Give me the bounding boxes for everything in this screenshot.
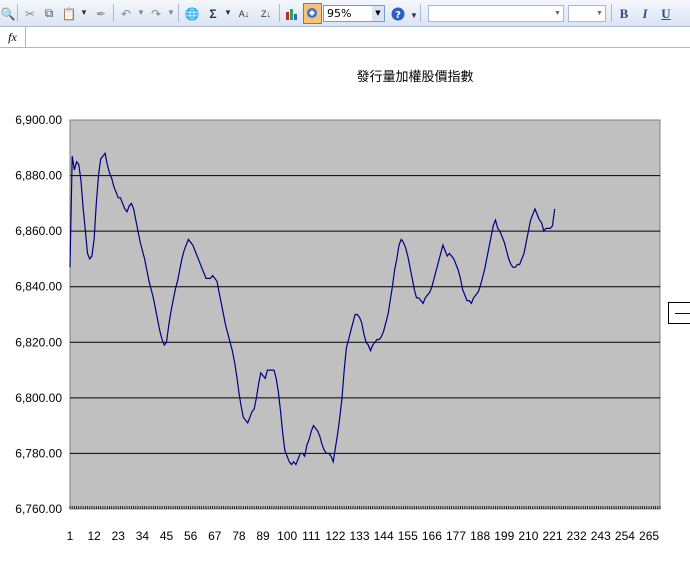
y-tick-label: 6,840.00 xyxy=(15,280,62,294)
x-tick-label: 133 xyxy=(350,529,370,543)
y-tick-label: 6,820.00 xyxy=(15,335,62,349)
toolbar-separator xyxy=(420,4,421,22)
x-tick-label: 111 xyxy=(302,529,321,543)
x-tick-label: 34 xyxy=(136,529,150,543)
x-tick-label: 232 xyxy=(567,529,587,543)
font-name-chevron-down-icon[interactable]: ▼ xyxy=(552,6,563,21)
bold-button[interactable]: B xyxy=(615,5,633,22)
help-icon[interactable]: ? xyxy=(389,3,406,24)
y-tick-label: 6,880.00 xyxy=(15,169,62,183)
autosum-icon[interactable]: Σ xyxy=(205,3,221,24)
x-tick-label: 177 xyxy=(446,529,466,543)
y-tick-label: 6,760.00 xyxy=(15,502,62,516)
print-preview-icon[interactable]: 🔍 xyxy=(0,3,16,24)
underline-button[interactable]: U xyxy=(657,5,675,22)
x-tick-label: 254 xyxy=(615,529,635,543)
x-tick-label: 155 xyxy=(398,529,418,543)
x-tick-label: 67 xyxy=(208,529,222,543)
x-tick-label: 166 xyxy=(422,529,442,543)
x-tick-label: 89 xyxy=(256,529,270,543)
font-name-select[interactable]: ▼ xyxy=(428,5,564,22)
toolbar-separator xyxy=(17,4,18,22)
x-tick-label: 221 xyxy=(543,529,563,543)
y-tick-label: 6,780.00 xyxy=(15,446,62,460)
redo-icon[interactable]: ↷ xyxy=(147,3,165,24)
toolbar-separator xyxy=(611,4,612,22)
sort-descending-icon[interactable]: Z↓ xyxy=(256,3,276,24)
x-tick-label: 199 xyxy=(494,529,514,543)
undo-chevron-down-icon[interactable]: ▼ xyxy=(137,8,145,17)
x-tick-label: 100 xyxy=(277,529,297,543)
insert-function-button[interactable]: fx xyxy=(0,27,26,47)
redo-chevron-down-icon[interactable]: ▼ xyxy=(167,8,175,17)
formula-bar: fx xyxy=(0,27,690,48)
paste-icon[interactable]: 📋 xyxy=(60,3,78,24)
x-tick-label: 56 xyxy=(184,529,198,543)
autosum-chevron-down-icon[interactable]: ▼ xyxy=(224,8,232,17)
x-tick-label: 78 xyxy=(232,529,246,543)
x-tick-label: 122 xyxy=(325,529,345,543)
toolbar-separator xyxy=(279,4,280,22)
zoom-chevron-down-icon[interactable]: ▼ xyxy=(372,6,384,21)
font-size-select[interactable]: ▼ xyxy=(568,5,606,22)
zoom-value: 95% xyxy=(327,7,352,20)
legend-series-line xyxy=(675,313,690,314)
zoom-select[interactable]: 95% ▼ xyxy=(323,5,385,22)
plot-area[interactable] xyxy=(69,119,661,510)
cut-icon[interactable]: ✂ xyxy=(21,3,39,24)
y-tick-label: 6,800.00 xyxy=(15,391,62,405)
standard-toolbar: 🔍 ✂ ⧉ 📋 ▼ ✒ ↶ ▼ ↷ ▼ 🌐 Σ ▼ A↓ Z↓ 95% ▼ ? … xyxy=(0,0,690,27)
sort-ascending-icon[interactable]: A↓ xyxy=(234,3,254,24)
font-size-chevron-down-icon[interactable]: ▼ xyxy=(594,6,605,21)
x-tick-label: 45 xyxy=(160,529,174,543)
toolbar-separator xyxy=(113,4,114,22)
x-tick-label: 265 xyxy=(639,529,659,543)
paste-options-chevron-down-icon[interactable]: ▼ xyxy=(80,8,88,17)
hyperlink-icon[interactable]: 🌐 xyxy=(182,3,202,24)
x-tick-label: 144 xyxy=(374,529,394,543)
chart-wizard-icon[interactable] xyxy=(283,3,301,24)
undo-icon[interactable]: ↶ xyxy=(117,3,135,24)
toolbar-options-chevron-down-icon[interactable]: ▼ xyxy=(410,11,418,20)
svg-text:?: ? xyxy=(395,10,401,21)
x-tick-label: 12 xyxy=(87,529,101,543)
x-tick-label: 188 xyxy=(470,529,490,543)
legend[interactable] xyxy=(668,302,690,324)
x-tick-label: 210 xyxy=(518,529,538,543)
x-tick-label: 243 xyxy=(591,529,611,543)
copy-icon[interactable]: ⧉ xyxy=(40,3,58,24)
x-tick-label: 1 xyxy=(67,529,74,543)
x-tick-label: 23 xyxy=(112,529,126,543)
format-painter-icon[interactable]: ✒ xyxy=(92,3,110,24)
x-axis: 1 12 23 34 45 56 67 78 89 100 111 122 133 144 155 166 17… xyxy=(67,506,661,543)
line-chart[interactable]: 6,760.00 6,780.00 6,800.00 6,820.00 6,840.00… xyxy=(0,48,690,562)
toolbar-separator xyxy=(178,4,179,22)
y-axis: 6,760.00 6,780.00 6,800.00 6,820.00 6,840.00… xyxy=(15,113,62,516)
y-tick-label: 6,900.00 xyxy=(15,113,62,127)
drawing-icon[interactable] xyxy=(303,3,322,24)
italic-button[interactable]: I xyxy=(636,5,654,22)
y-tick-label: 6,860.00 xyxy=(15,224,62,238)
